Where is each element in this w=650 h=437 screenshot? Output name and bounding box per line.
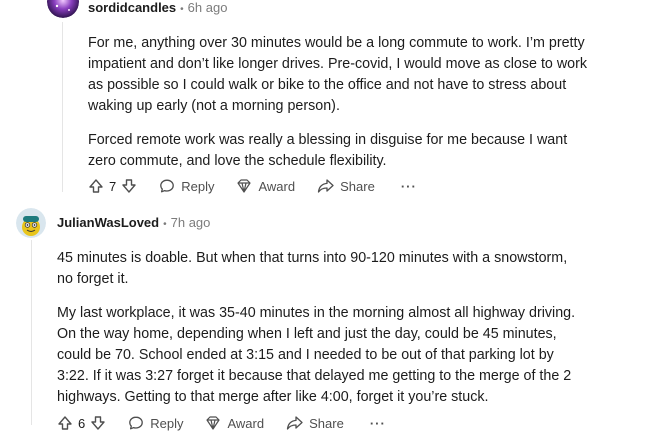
comment-paragraph: Forced remote work was really a blessing… [88,132,568,169]
share-label: Share [309,415,344,431]
comment-paragraph: 45 minutes is doable. But when that turn… [57,250,568,287]
award-button[interactable]: Award [236,178,295,194]
vote-group: 7 [88,178,137,194]
reply-label: Reply [181,178,215,194]
comment-thread-line [31,240,32,425]
reply-button[interactable]: Reply [128,415,183,431]
share-button[interactable]: Share [286,415,344,431]
comment-body: 45 minutes is doable. But when that turn… [57,248,582,421]
comment-age[interactable]: 6h ago [188,0,228,15]
vote-score: 6 [78,415,86,431]
upvote-icon[interactable] [88,178,104,194]
share-label: Share [340,178,375,194]
award-icon [205,415,221,431]
reply-icon [128,415,144,431]
comment-age[interactable]: 7h ago [171,215,211,230]
downvote-icon[interactable] [90,415,106,431]
comment-thread-line [62,22,63,192]
reply-icon [159,178,175,194]
upvote-icon[interactable] [57,415,73,431]
share-button[interactable]: Share [317,178,375,194]
more-options-icon[interactable]: ··· [401,179,417,194]
avatar[interactable] [16,208,46,238]
award-button[interactable]: Award [205,415,264,431]
comment-paragraph: For me, anything over 30 minutes would b… [88,35,588,114]
vote-group: 6 [57,415,106,431]
reply-button[interactable]: Reply [159,178,214,194]
dot-separator: • [163,219,167,230]
reply-label: Reply [150,415,184,431]
comment-author-line: JulianWasLoved • 7h ago [57,215,210,230]
comment-paragraph: My last workplace, it was 35-40 minutes … [57,305,576,405]
comment-author-line: sordidcandles • 6h ago [88,0,227,15]
award-icon [236,178,252,194]
downvote-icon[interactable] [121,178,137,194]
dot-separator: • [180,4,184,15]
award-label: Award [258,178,296,194]
comment-actions: 6 Reply Award Share ··· [57,415,386,431]
share-icon [317,178,334,194]
comment-actions: 7 Reply Award Share ··· [88,178,417,194]
award-label: Award [227,415,265,431]
comment-body: For me, anything over 30 minutes would b… [88,33,588,185]
avatar[interactable] [47,0,79,18]
username[interactable]: sordidcandles [88,0,176,15]
share-icon [286,415,303,431]
more-options-icon[interactable]: ··· [370,416,386,431]
username[interactable]: JulianWasLoved [57,215,159,230]
vote-score: 7 [109,178,117,194]
